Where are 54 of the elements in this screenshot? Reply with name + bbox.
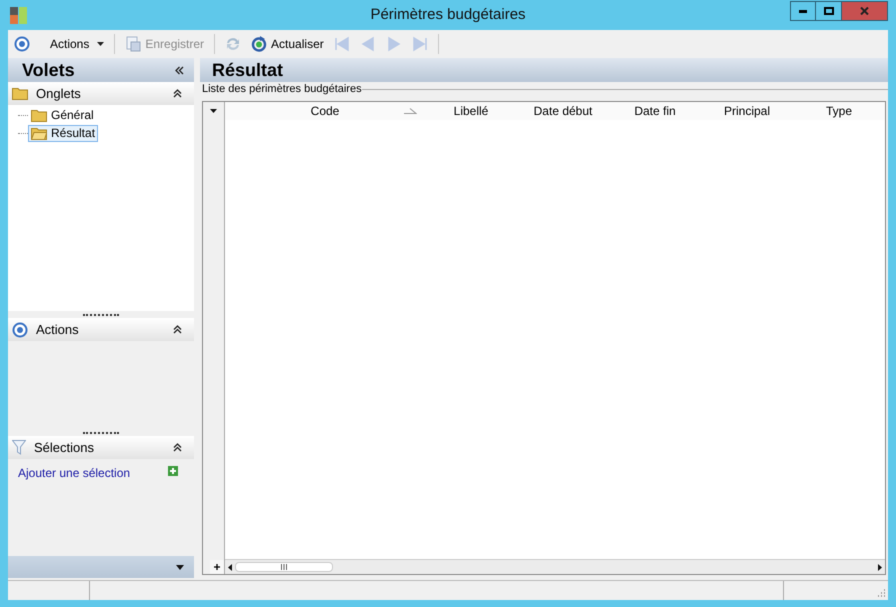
collapse-icon[interactable] (173, 325, 182, 334)
scroll-thumb[interactable] (235, 562, 333, 572)
actions-menu-button[interactable]: Actions (10, 32, 108, 56)
window-title: Périmètres budgétaires (370, 5, 526, 26)
column-header[interactable]: Code (225, 102, 425, 120)
close-icon (860, 7, 869, 15)
sidebar-title: Volets (22, 58, 75, 82)
column-header[interactable]: Date fin (609, 102, 701, 120)
document-icon (125, 36, 142, 52)
target-icon (14, 36, 30, 52)
add-row-button[interactable]: + (210, 560, 224, 574)
collapse-icon[interactable] (173, 443, 182, 452)
folder-icon (31, 108, 47, 122)
sort-icon (403, 108, 417, 114)
refresh-button[interactable]: Actualiser (247, 32, 328, 56)
refresh-icon (251, 36, 268, 52)
column-chooser-icon[interactable] (210, 109, 217, 113)
column-header[interactable]: Type (793, 102, 885, 120)
tree-item[interactable]: Résultat (28, 124, 98, 142)
app-logo-icon (10, 7, 27, 24)
horizontal-scrollbar[interactable] (225, 559, 885, 574)
target-icon (12, 322, 28, 338)
right-arrow-icon (386, 36, 402, 52)
resize-grip-icon[interactable] (876, 588, 886, 598)
right-arrow-icon[interactable] (878, 564, 882, 570)
dropdown-icon[interactable] (176, 564, 184, 570)
section-title: Actions (36, 320, 80, 339)
grip-icon (281, 564, 287, 570)
left-arrow-icon (360, 36, 376, 52)
column-header[interactable]: Libellé (425, 102, 517, 120)
folder-icon (12, 87, 28, 100)
minimize-button[interactable] (790, 1, 816, 21)
column-header[interactable]: Principal (701, 102, 793, 120)
caret-icon (97, 42, 104, 46)
open-folder-icon (31, 126, 47, 140)
column-header[interactable]: Date début (517, 102, 609, 120)
tree-item[interactable]: Général (28, 106, 97, 124)
left-arrow-icon[interactable] (228, 564, 232, 570)
content-title: Résultat (212, 58, 284, 82)
add-icon[interactable] (168, 466, 178, 476)
right-arrow-icon (412, 36, 428, 52)
section-title: Sélections (34, 438, 95, 457)
section-header[interactable]: Actions (8, 318, 194, 341)
group-title: Liste des périmètres budgétaires (201, 82, 362, 97)
close-button[interactable] (842, 1, 888, 21)
add-selection-link[interactable]: Ajouter une sélection (18, 464, 130, 482)
filter-icon (12, 440, 26, 455)
section-header[interactable]: Onglets (8, 82, 194, 105)
collapse-left-icon[interactable] (175, 66, 184, 74)
sync-icon (225, 36, 242, 52)
section-header[interactable]: Sélections (8, 436, 194, 459)
left-arrow-icon (334, 36, 350, 52)
section-title: Onglets (36, 84, 82, 103)
collapse-icon[interactable] (173, 89, 182, 98)
